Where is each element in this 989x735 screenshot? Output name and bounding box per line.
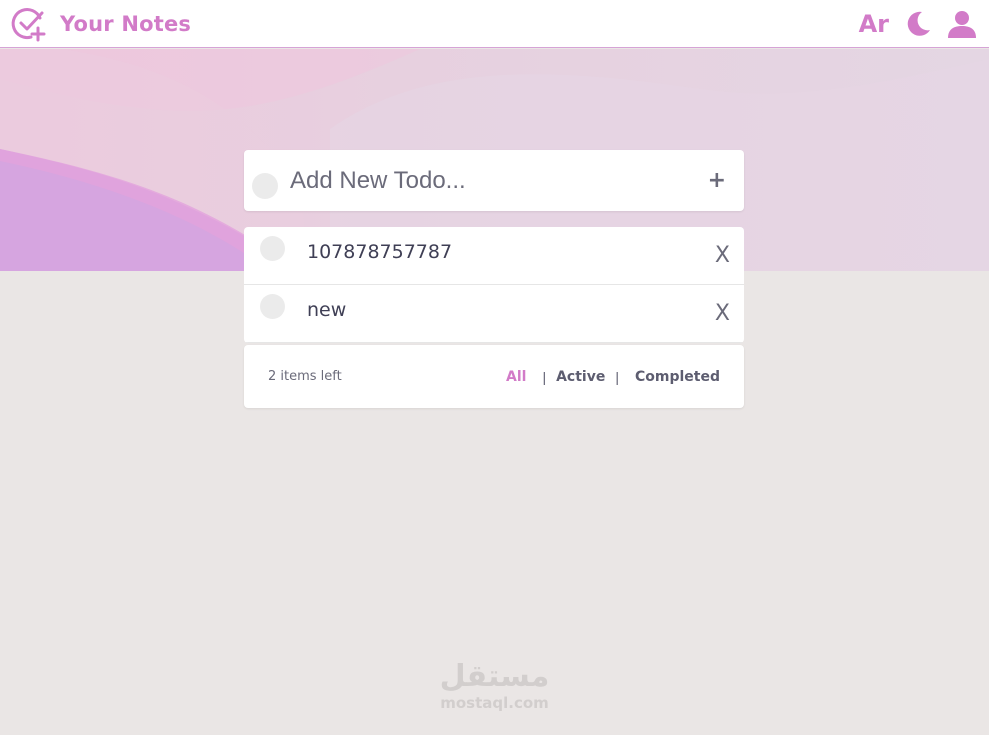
app-header: Your Notes Ar: [0, 0, 989, 48]
todo-app: + 107878757787 X new X 2 items left All …: [244, 150, 744, 408]
filter-group: All | Active | Completed: [506, 369, 720, 385]
delete-todo-button[interactable]: X: [715, 301, 730, 326]
todo-checkbox[interactable]: [260, 294, 285, 319]
new-todo-input[interactable]: [290, 166, 708, 195]
header-actions: Ar: [859, 9, 977, 39]
filter-completed[interactable]: Completed: [635, 369, 720, 385]
filter-active[interactable]: Active: [556, 369, 605, 385]
new-todo-bar: +: [244, 150, 744, 211]
watermark-arabic: مستقل: [439, 659, 550, 694]
user-icon[interactable]: [947, 9, 977, 39]
filter-separator: |: [615, 368, 619, 385]
language-toggle-button[interactable]: Ar: [859, 10, 889, 38]
todo-checkbox[interactable]: [260, 236, 285, 261]
todo-item: new X: [244, 285, 744, 343]
moon-icon[interactable]: [903, 9, 933, 39]
delete-todo-button[interactable]: X: [715, 243, 730, 268]
todo-text[interactable]: 107878757787: [307, 241, 715, 263]
watermark-latin: mostaql.com: [440, 694, 549, 712]
todo-footer: 2 items left All | Active | Completed: [244, 345, 744, 408]
todo-list: 107878757787 X new X: [244, 227, 744, 343]
filter-separator: |: [542, 368, 547, 385]
items-left-count: 2 items left: [268, 369, 342, 384]
watermark: مستقل mostaql.com: [0, 659, 989, 713]
brand[interactable]: Your Notes: [10, 6, 191, 42]
app-title: Your Notes: [60, 11, 192, 36]
add-todo-button[interactable]: +: [708, 168, 726, 193]
todo-text[interactable]: new: [307, 299, 715, 321]
filter-all[interactable]: All: [506, 369, 526, 385]
todo-item: 107878757787 X: [244, 227, 744, 285]
check-circle-plus-icon: [10, 6, 46, 42]
toggle-all-circle[interactable]: [252, 172, 278, 199]
